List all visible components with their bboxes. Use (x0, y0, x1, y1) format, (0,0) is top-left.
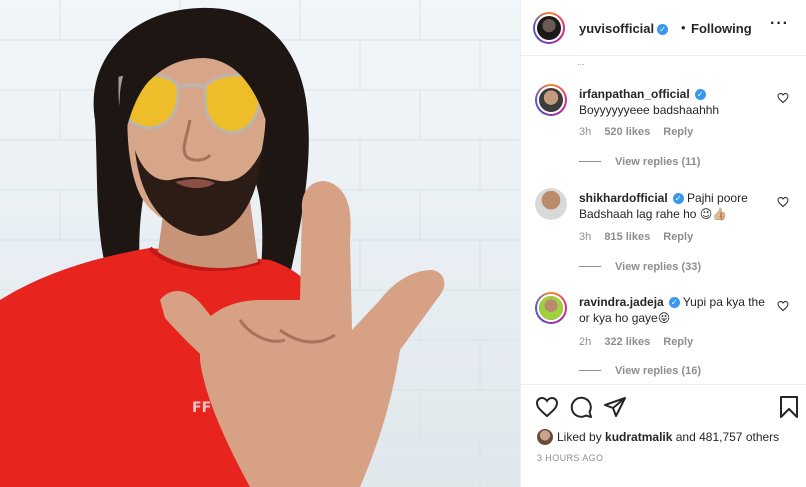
author-username[interactable]: yuvisofficial ✓ (579, 21, 669, 36)
more-horizontal-icon[interactable]: ··· (770, 15, 789, 33)
commenter-avatar[interactable] (535, 84, 567, 116)
verified-badge-icon: ✓ (694, 89, 706, 100)
separator-dot: • (681, 20, 686, 35)
post-timestamp[interactable]: 3 HOURS AGO (537, 453, 603, 463)
comment-body: irfanpathan_official ✓ Boyyyyyyeee badsha… (579, 86, 769, 118)
verified-badge-icon: ✓ (672, 193, 684, 204)
liker-username[interactable]: kudratmalik (605, 430, 672, 444)
comment-likes[interactable]: 815 likes (604, 231, 650, 243)
comment-time: 2h (579, 336, 592, 348)
commenter-avatar[interactable] (535, 292, 567, 324)
reply-button[interactable]: Reply (663, 126, 693, 138)
liker-avatar[interactable] (537, 429, 553, 445)
comment-meta: 3h 520 likes Reply (579, 126, 703, 138)
heart-icon[interactable] (535, 395, 559, 419)
svg-text:FF: FF (192, 400, 211, 416)
post-header: yuvisofficial ✓ • Following ··· (521, 0, 806, 56)
likes-summary: Liked by kudratmalik and 481,757 others (537, 429, 779, 445)
comment-meta: 2h 322 likes Reply (579, 336, 703, 348)
comment-text: Boyyyyyyeee badshaahhh (579, 103, 720, 117)
verified-badge-icon: ✓ (657, 24, 669, 35)
comment-body: shikhardofficial ✓ Pajhi poore Badshaah l… (579, 190, 769, 222)
comment-icon[interactable] (569, 395, 593, 419)
comment-time: 3h (579, 231, 592, 243)
comment-likes[interactable]: 322 likes (604, 336, 650, 348)
author-avatar[interactable] (533, 12, 565, 44)
post-actions: Liked by kudratmalik and 481,757 others … (521, 384, 806, 487)
comment-like-heart-icon[interactable] (777, 196, 789, 208)
post-side-panel: yuvisofficial ✓ • Following ··· ... irfan… (520, 0, 806, 487)
comment-like-heart-icon[interactable] (777, 300, 789, 312)
reply-button[interactable]: Reply (663, 231, 693, 243)
view-replies-button[interactable]: View replies (16) (579, 365, 701, 377)
commenter-avatar[interactable] (535, 188, 567, 220)
post-photo-illustration: FF (0, 0, 520, 487)
likes-count[interactable]: and 481,757 others (676, 430, 779, 444)
reply-button[interactable]: Reply (663, 336, 693, 348)
truncated-comment: ... (577, 57, 585, 67)
bookmark-icon[interactable] (777, 395, 801, 419)
following-button[interactable]: Following (691, 21, 752, 36)
verified-badge-icon: ✓ (668, 297, 680, 308)
comment-username[interactable]: irfanpathan_official (579, 87, 690, 101)
share-icon[interactable] (603, 395, 627, 419)
comment-username[interactable]: ravindra.jadeja (579, 295, 664, 309)
post-photo[interactable]: FF (0, 0, 520, 487)
view-replies-button[interactable]: View replies (33) (579, 261, 701, 273)
comment-like-heart-icon[interactable] (777, 92, 789, 104)
view-replies-button[interactable]: View replies (11) (579, 156, 700, 168)
comment-username[interactable]: shikhardofficial (579, 191, 668, 205)
comment-time: 3h (579, 126, 592, 138)
comment-meta: 3h 815 likes Reply (579, 231, 703, 243)
comment-likes[interactable]: 520 likes (604, 126, 650, 138)
comment-body: ravindra.jadeja ✓ Yupi pa kya the or kya … (579, 294, 769, 326)
